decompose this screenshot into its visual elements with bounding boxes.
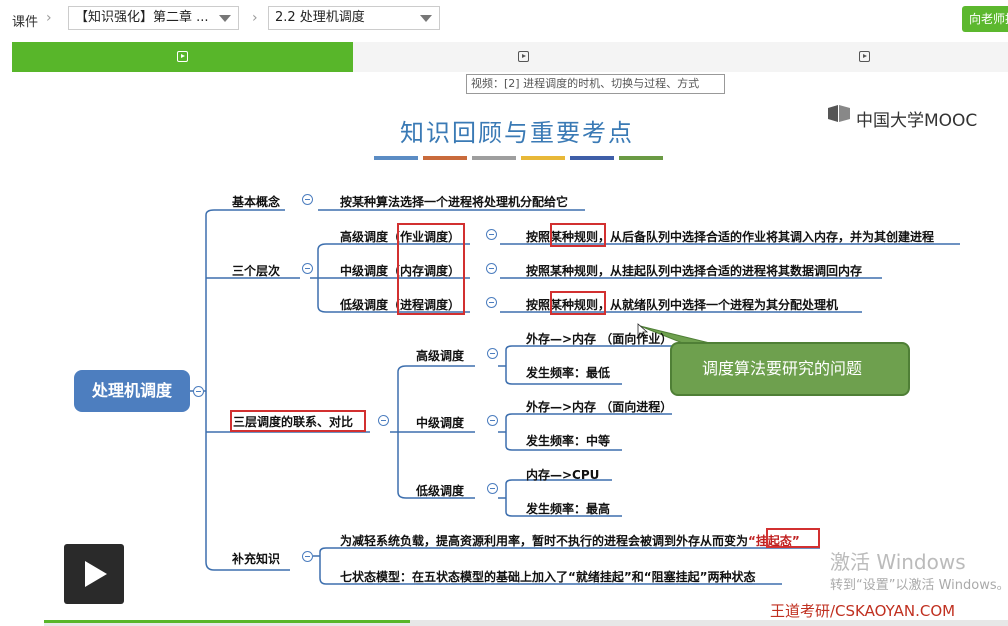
node-compare-mid-b: 发生频率：中等 [526,434,611,448]
title-color-bar [472,156,516,160]
node-compare-high-b: 发生频率：最低 [526,366,611,380]
callout-bubble: 调度算法要研究的问题 [670,342,910,396]
node-compare-high-a: 外存—>内存 （面向作业） [526,332,673,346]
title-color-bar [570,156,614,160]
collapse-icon [487,348,498,359]
collapse-icon [378,415,389,426]
node-compare-mid: 中级调度 [416,416,465,430]
node-compare-high: 高级调度 [416,349,465,363]
highlight-box [230,410,366,432]
collapse-icon [302,194,313,205]
mindmap-root: 处理机调度 [74,370,190,412]
video-progress-fill [44,620,411,623]
title-color-bar [374,156,418,160]
collapse-icon [486,229,497,240]
windows-activation-sub: 转到“设置”以激活 Windows。 [830,578,1008,593]
collapse-icon [487,415,498,426]
highlight-box [766,528,820,548]
video-progress-bar[interactable] [44,620,1008,626]
watermark: 王道考研/CSKAOYAN.COM [770,602,956,620]
node-extra-line1: 为减轻系统负载，提高资源利用率，暂时不执行的进程会被调到外存从而变为“挂起态” [340,534,800,548]
title-color-bar [619,156,663,160]
collapse-icon [487,483,498,494]
title-color-bar [423,156,467,160]
node-basic-concept: 基本概念 [232,195,281,209]
node-extra: 补充知识 [232,552,281,566]
collapse-icon [193,386,204,397]
node-compare-low: 低级调度 [416,484,465,498]
node-compare-mid-a: 外存—>内存 （面向进程） [526,400,673,414]
node-level-mid-desc: 按照某种规则，从挂起队列中选择合适的进程将其数据调回内存 [526,264,863,278]
title-color-bar [521,156,565,160]
highlight-box [550,223,606,247]
node-extra-line2: 七状态模型：在五状态模型的基础上加入了“就绪挂起”和“阻塞挂起”两种状态 [340,570,756,584]
node-compare-low-a: 内存—>CPU [526,468,600,482]
highlight-box [397,223,465,315]
collapse-icon [302,551,313,562]
collapse-icon [302,263,313,274]
collapse-icon [486,297,497,308]
collapse-icon [486,263,497,274]
node-basic-concept-desc: 按某种算法选择一个进程将处理机分配给它 [340,195,569,209]
windows-activation-title: 激活 Windows [830,550,966,574]
node-three-levels: 三个层次 [232,264,281,278]
play-button[interactable] [64,544,124,604]
node-compare-low-b: 发生频率：最高 [526,502,611,516]
highlight-box [550,291,606,315]
